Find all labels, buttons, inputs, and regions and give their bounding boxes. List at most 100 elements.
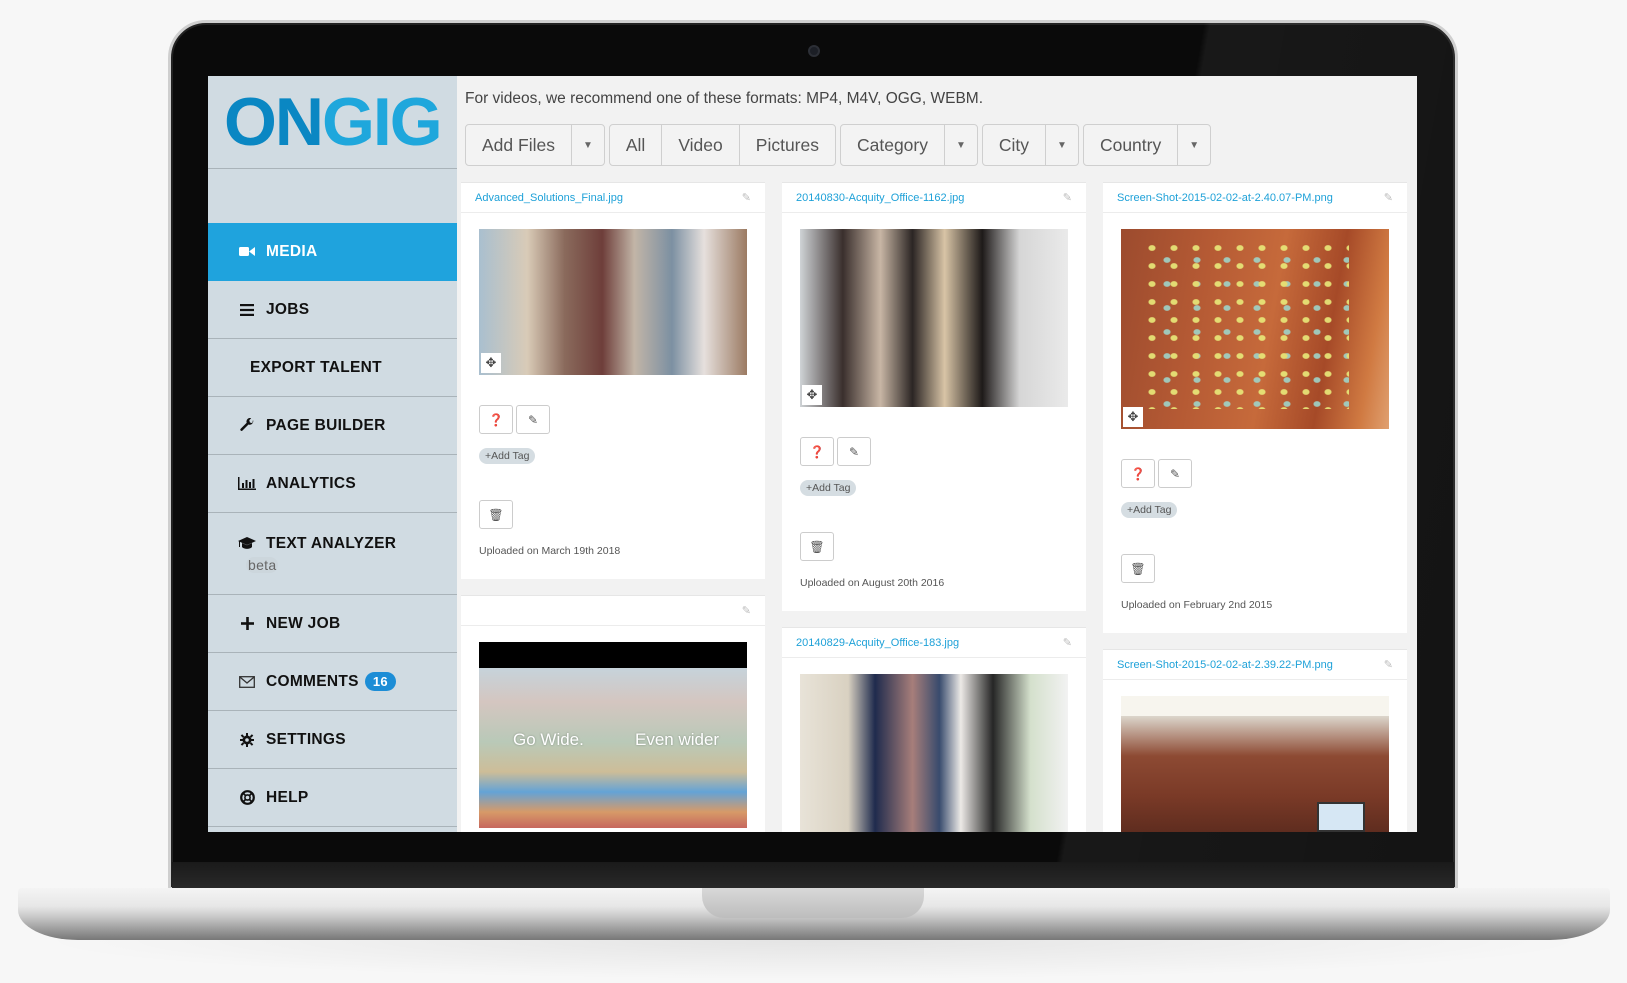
logo-text-on: ON <box>224 84 324 160</box>
card-header: Advanced_Solutions_Final.jpg ✎ <box>461 183 765 213</box>
media-filename-link[interactable]: 20140830-Acquity_Office-1162.jpg <box>796 192 964 204</box>
laptop-notch <box>702 888 924 918</box>
media-thumbnail-office-team[interactable]: ✥ <box>800 229 1068 407</box>
media-card: Advanced_Solutions_Final.jpg ✎ ✥ ❓ ✎ +Ad… <box>461 182 765 579</box>
wrench-icon <box>238 418 256 433</box>
country-dropdown-caret-icon[interactable]: ▼ <box>1178 125 1210 165</box>
list-icon <box>238 303 256 316</box>
delete-button[interactable]: 🗑 <box>479 500 513 529</box>
upload-date: Uploaded on March 19th 2018 <box>479 545 621 557</box>
media-filename-link[interactable]: 20140829-Acquity_Office-183.jpg <box>796 637 959 649</box>
move-icon[interactable]: ✥ <box>1123 407 1143 427</box>
sidebar-item-comments[interactable]: COMMENTS 16 <box>208 653 457 711</box>
category-dropdown-caret-icon[interactable]: ▼ <box>945 125 977 165</box>
text-analyzer-row: TEXT ANALYZER <box>238 535 396 553</box>
card-header: ✎ <box>461 596 765 626</box>
logo-area: ONGIG <box>208 76 457 169</box>
sidebar-item-text-analyzer[interactable]: TEXT ANALYZER beta <box>208 513 457 595</box>
add-tag-button[interactable]: +Add Tag <box>479 448 536 464</box>
card-body <box>782 658 1086 832</box>
media-column-2: 20140830-Acquity_Office-1162.jpg ✎ ✥ ❓ ✎… <box>782 182 1086 832</box>
info-question-button[interactable]: ❓ <box>1121 459 1155 488</box>
life-ring-icon <box>238 790 256 805</box>
media-library: For videos, we recommend one of these fo… <box>457 76 1417 832</box>
city-filter-group: City ▼ <box>981 124 1079 166</box>
sidebar-item-analytics[interactable]: ANALYTICS <box>208 455 457 513</box>
add-tag-button[interactable]: +Add Tag <box>1121 502 1178 518</box>
info-question-button[interactable]: ❓ <box>479 405 513 434</box>
media-card: 20140829-Acquity_Office-183.jpg ✎ <box>782 627 1086 832</box>
edit-filename-pencil-icon[interactable]: ✎ <box>742 191 751 204</box>
sidebar-item-label: MEDIA <box>266 242 318 260</box>
sidebar-item-label: COMMENTS <box>266 672 359 690</box>
ongig-logo[interactable]: ONGIG <box>224 88 443 156</box>
sidebar-item-label: SETTINGS <box>266 730 346 748</box>
sidebar-item-settings[interactable]: SETTINGS <box>208 711 457 769</box>
city-filter-button[interactable]: City <box>983 125 1047 165</box>
gear-icon <box>238 732 256 747</box>
sidebar-item-label: TEXT ANALYZER <box>266 534 397 552</box>
card-header: 20140830-Acquity_Office-1162.jpg ✎ <box>782 183 1086 213</box>
card-header: 20140829-Acquity_Office-183.jpg ✎ <box>782 628 1086 658</box>
delete-button[interactable]: 🗑 <box>800 532 834 561</box>
beta-label: beta <box>246 556 279 573</box>
video-camera-icon <box>238 246 256 257</box>
move-icon[interactable]: ✥ <box>802 385 822 405</box>
edit-filename-pencil-icon[interactable]: ✎ <box>1063 191 1072 204</box>
city-dropdown-caret-icon[interactable]: ▼ <box>1046 125 1078 165</box>
add-files-dropdown-caret-icon[interactable]: ▼ <box>572 125 604 165</box>
edit-filename-pencil-icon[interactable]: ✎ <box>1384 658 1393 671</box>
card-body: Go Wide. Even wider <box>461 626 765 832</box>
media-card: Screen-Shot-2015-02-02-at-2.40.07-PM.png… <box>1103 182 1407 633</box>
question-circle-icon: ❓ <box>1130 466 1146 481</box>
edit-button[interactable]: ✎ <box>516 405 550 434</box>
trash-icon: 🗑 <box>809 539 825 554</box>
edit-button[interactable]: ✎ <box>1158 459 1192 488</box>
sidebar-item-help[interactable]: HELP <box>208 769 457 827</box>
media-thumbnail-sticky-notes-wall[interactable]: ✥ <box>1121 229 1389 429</box>
media-card: Screen-Shot-2015-02-02-at-2.39.22-PM.png… <box>1103 649 1407 832</box>
media-thumbnail-man-at-laptop[interactable]: ✥ <box>479 229 747 375</box>
pencil-icon: ✎ <box>848 444 860 459</box>
media-filename-link[interactable]: Screen-Shot-2015-02-02-at-2.39.22-PM.png <box>1117 659 1333 671</box>
sidebar-item-page-builder[interactable]: PAGE BUILDER <box>208 397 457 455</box>
sidebar-item-new-job[interactable]: NEW JOB <box>208 595 457 653</box>
video-overlay-text: Even wider <box>635 730 720 749</box>
add-files-button[interactable]: Add Files <box>466 125 572 165</box>
media-filename-link[interactable]: Advanced_Solutions_Final.jpg <box>475 192 623 204</box>
add-tag-button[interactable]: +Add Tag <box>800 480 857 496</box>
media-filename-link[interactable]: Screen-Shot-2015-02-02-at-2.40.07-PM.png <box>1117 192 1333 204</box>
edit-button[interactable]: ✎ <box>837 437 871 466</box>
edit-filename-pencil-icon[interactable]: ✎ <box>742 604 751 617</box>
filter-pictures-button[interactable]: Pictures <box>740 125 835 165</box>
category-filter-button[interactable]: Category <box>841 125 945 165</box>
sidebar-item-export-talent[interactable]: EXPORT TALENT <box>208 339 457 397</box>
card-body: ✥ ❓ ✎ +Add Tag 🗑 Uploaded on March 19th … <box>461 213 765 579</box>
envelope-icon <box>238 675 256 688</box>
edit-filename-pencil-icon[interactable]: ✎ <box>1384 191 1393 204</box>
media-thumbnail-video-go-wide[interactable]: Go Wide. Even wider <box>479 642 747 828</box>
move-icon[interactable]: ✥ <box>481 353 501 373</box>
delete-button[interactable]: 🗑 <box>1121 554 1155 583</box>
filter-video-button[interactable]: Video <box>662 125 740 165</box>
sidebar-item-media[interactable]: MEDIA <box>208 223 457 281</box>
card-actions: ❓ ✎ <box>1121 459 1389 488</box>
trash-icon: 🗑 <box>1130 561 1146 576</box>
sidebar-item-jobs[interactable]: JOBS <box>208 281 457 339</box>
info-question-button[interactable]: ❓ <box>800 437 834 466</box>
media-card: ✎ Go Wide. Even wider <box>461 595 765 832</box>
sidebar-item-label: HELP <box>266 788 309 806</box>
media-column-3: Screen-Shot-2015-02-02-at-2.40.07-PM.png… <box>1103 182 1407 832</box>
edit-filename-pencil-icon[interactable]: ✎ <box>1063 636 1072 649</box>
category-filter-group: Category ▼ <box>839 124 978 166</box>
media-card: 20140830-Acquity_Office-1162.jpg ✎ ✥ ❓ ✎… <box>782 182 1086 611</box>
app-screen: ONGIG MEDIA JOBS EXPORT TALENT PAGE BUIL… <box>208 76 1417 832</box>
media-thumbnail-office-meeting[interactable] <box>800 674 1068 832</box>
laptop-bezel-bottom <box>172 862 1454 890</box>
card-body: ✥ ❓ ✎ +Add Tag 🗑 Uploaded on August 20th… <box>782 213 1086 611</box>
media-thumbnail-brick-room[interactable] <box>1121 696 1389 832</box>
country-filter-button[interactable]: Country <box>1084 125 1179 165</box>
filter-all-button[interactable]: All <box>610 125 663 165</box>
trash-icon: 🗑 <box>488 507 504 522</box>
upload-date: Uploaded on February 2nd 2015 <box>1121 599 1273 611</box>
